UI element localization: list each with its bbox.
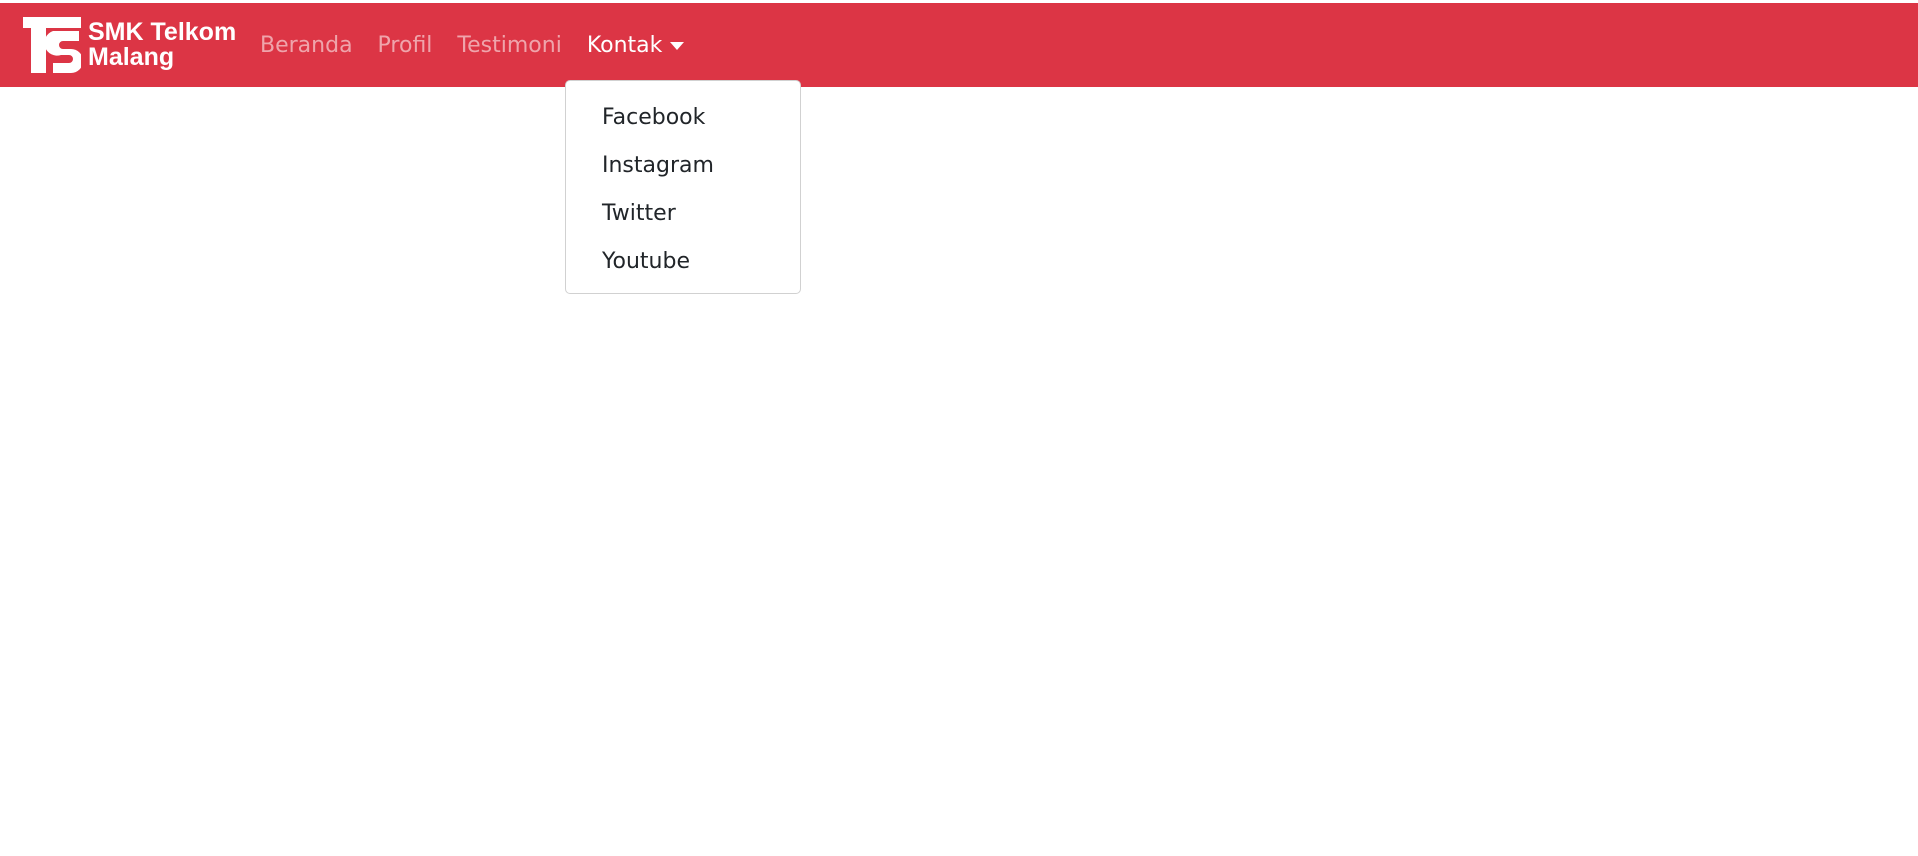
nav-link-beranda[interactable]: Beranda: [260, 33, 353, 58]
brand-name: SMK Telkom Malang: [88, 20, 236, 70]
nav-link-profil[interactable]: Profil: [378, 33, 433, 58]
brand-line-2: Malang: [88, 43, 175, 71]
nav-link-kontak-dropdown-toggle[interactable]: Kontak: [587, 33, 685, 58]
kontak-dropdown-menu: Facebook Instagram Twitter Youtube: [565, 80, 801, 294]
dropdown-item-twitter[interactable]: Twitter: [566, 195, 800, 243]
caret-down-icon: [670, 42, 685, 50]
dropdown-item-facebook[interactable]: Facebook: [566, 99, 800, 147]
nav-link-testimoni[interactable]: Testimoni: [457, 33, 561, 58]
brand-line-1: SMK Telkom: [88, 18, 237, 46]
nav-links: Beranda Profil Testimoni Kontak: [260, 3, 709, 87]
dropdown-item-instagram[interactable]: Instagram: [566, 147, 800, 195]
dropdown-item-youtube[interactable]: Youtube: [566, 243, 800, 291]
navbar: SMK Telkom Malang Beranda Profil Testimo…: [0, 3, 1918, 87]
nav-link-kontak-label: Kontak: [586, 32, 663, 58]
telkom-ts-logo-icon: [23, 17, 81, 73]
brand-link[interactable]: SMK Telkom Malang: [23, 17, 236, 73]
